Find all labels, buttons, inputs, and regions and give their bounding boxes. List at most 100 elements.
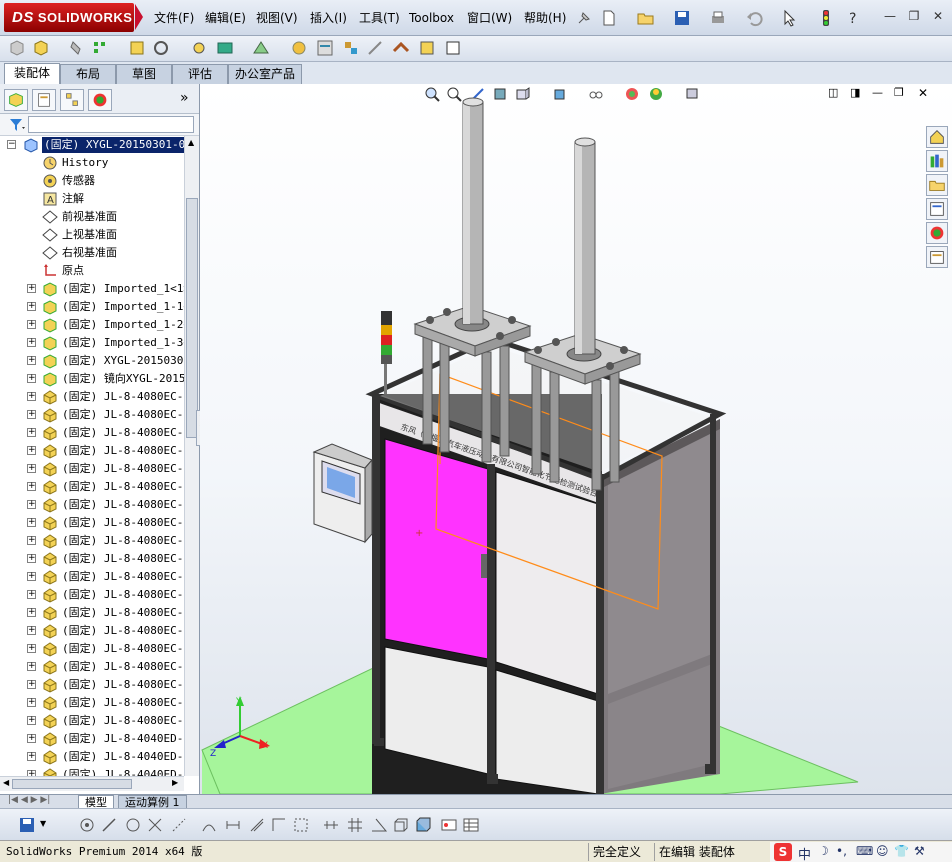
tree-item[interactable]: + (固定) JL-8-4080EC-1: [0, 496, 184, 514]
tree-item[interactable]: + (固定) JL-8-4040ED-1: [0, 730, 184, 748]
tree-item[interactable]: + (固定) JL-8-4080EC-8: [0, 622, 184, 640]
scroll-right-icon[interactable]: ▶: [172, 778, 178, 787]
expand-toggle-icon[interactable]: +: [27, 590, 36, 599]
selected-door-panel[interactable]: [384, 438, 489, 660]
tree-item[interactable]: + (固定) JL-8-4080EC-8: [0, 694, 184, 712]
sketch-fillet-icon[interactable]: [200, 816, 218, 834]
property-manager-tab-icon[interactable]: [32, 89, 56, 111]
display-pane-icon[interactable]: [440, 816, 458, 834]
sketch-point-icon[interactable]: [78, 816, 96, 834]
tree-item[interactable]: + (固定) JL-8-4080EC-2: [0, 388, 184, 406]
menu-insert[interactable]: 插入(I): [304, 0, 353, 36]
explode-line-sketch-icon[interactable]: [366, 39, 384, 57]
menu-window[interactable]: 窗口(W): [461, 0, 518, 36]
expand-toggle-icon[interactable]: +: [27, 302, 36, 311]
reference-geometry-icon[interactable]: [252, 39, 270, 57]
linear-pattern-icon[interactable]: [92, 39, 110, 57]
tree-item[interactable]: 原点: [0, 262, 184, 280]
tree-item[interactable]: History: [0, 154, 184, 172]
interference-detection-icon[interactable]: [392, 39, 410, 57]
tree-hscroll-thumb[interactable]: [12, 779, 132, 789]
show-hidden-icon[interactable]: [190, 39, 208, 57]
tree-item[interactable]: 右视基准面: [0, 244, 184, 262]
expand-toggle-icon[interactable]: +: [27, 536, 36, 545]
tree-scroll-thumb[interactable]: [186, 198, 198, 438]
tree-item[interactable]: + (固定) JL-8-4080EC-2: [0, 424, 184, 442]
select-arrow-icon[interactable]: [781, 9, 799, 27]
tree-item[interactable]: + (固定) JL-8-4080EC-6: [0, 550, 184, 568]
bill-of-materials-icon[interactable]: [316, 39, 334, 57]
expand-toggle-icon[interactable]: +: [27, 734, 36, 743]
sketch-line-icon[interactable]: [100, 816, 118, 834]
tree-item[interactable]: + (固定) JL-8-4080EC-1: [0, 478, 184, 496]
help-icon[interactable]: ?: [845, 9, 863, 27]
tree-item[interactable]: + (固定) JL-8-4080EC-6: [0, 586, 184, 604]
3d-box-icon[interactable]: [392, 816, 410, 834]
pin-icon[interactable]: [575, 9, 593, 27]
menu-help[interactable]: 帮助(H): [518, 0, 572, 36]
ime-punct-icon[interactable]: •,: [836, 844, 847, 858]
collapse-toggle-icon[interactable]: −: [7, 140, 16, 149]
tree-item[interactable]: + (固定) Imported_1-2<: [0, 316, 184, 334]
tree-item[interactable]: 传感器: [0, 172, 184, 190]
expand-toggle-icon[interactable]: +: [27, 572, 36, 581]
sketch-circle-icon[interactable]: [124, 816, 142, 834]
save-dropdown-chevron-icon[interactable]: ▼: [40, 819, 46, 828]
save-icon[interactable]: [673, 9, 691, 27]
centerline-icon[interactable]: [270, 816, 288, 834]
tab-assembly[interactable]: 装配体: [4, 63, 60, 84]
tree-item[interactable]: + (固定) JL-8-4080EC-6: [0, 532, 184, 550]
display-manager-tab-icon[interactable]: [88, 89, 112, 111]
new-motion-study-icon[interactable]: [290, 39, 308, 57]
clearance-verification-icon[interactable]: [418, 39, 436, 57]
ime-shirt-icon[interactable]: 👕: [894, 844, 909, 858]
expand-toggle-icon[interactable]: +: [27, 374, 36, 383]
expand-toggle-icon[interactable]: +: [27, 482, 36, 491]
minimize-window-button[interactable]: —: [882, 8, 898, 24]
menu-view[interactable]: 视图(V): [250, 0, 304, 36]
ime-moon-icon[interactable]: ☽: [818, 844, 829, 858]
tree-item[interactable]: 前视基准面: [0, 208, 184, 226]
expand-toggle-icon[interactable]: +: [27, 644, 36, 653]
tree-item[interactable]: + (固定) JL-8-4080EC-8: [0, 676, 184, 694]
tree-vertical-scrollbar[interactable]: ▲: [184, 136, 199, 776]
expand-toggle-icon[interactable]: +: [27, 464, 36, 473]
tree-item[interactable]: + (固定) Imported_1-3<: [0, 334, 184, 352]
expand-toggle-icon[interactable]: +: [27, 662, 36, 671]
table-view-icon[interactable]: [462, 816, 480, 834]
tree-item[interactable]: + (固定) JL-8-4080EC-1: [0, 514, 184, 532]
undo-icon[interactable]: [745, 9, 763, 27]
tree-root-assembly[interactable]: − (固定) XYGL-20150301-02: [0, 136, 184, 154]
grid-icon[interactable]: [346, 816, 364, 834]
rebuild-traffic-light-icon[interactable]: [817, 9, 835, 27]
tree-item[interactable]: 上视基准面: [0, 226, 184, 244]
expand-toggle-icon[interactable]: +: [27, 518, 36, 527]
tree-item[interactable]: + (固定) 镜向XYGL-2015: [0, 370, 184, 388]
menu-edit[interactable]: 编辑(E): [199, 0, 252, 36]
insert-component-icon[interactable]: [8, 39, 26, 57]
filter-input[interactable]: [28, 116, 194, 133]
restore-window-button[interactable]: ❐: [906, 8, 922, 24]
tab-scroll-arrows-icon[interactable]: |◀ ◀ ▶ ▶|: [8, 795, 50, 805]
tab-evaluate[interactable]: 评估: [172, 64, 228, 84]
menu-tools[interactable]: 工具(T): [353, 0, 406, 36]
solidworks-logo[interactable]: DS SOLIDWORKS: [4, 3, 134, 32]
expand-toggle-icon[interactable]: +: [27, 356, 36, 365]
scroll-left-icon[interactable]: ◀: [3, 778, 9, 787]
expand-toggle-icon[interactable]: +: [27, 428, 36, 437]
model-3d-view[interactable]: 东风（十堰）汽车液压动力有限公司智能化节能检测试验台 + Y X Z: [200, 84, 952, 794]
ime-keyboard-icon[interactable]: ⌨: [856, 844, 873, 858]
tree-item[interactable]: + (固定) JL-8-4080EC-8: [0, 640, 184, 658]
tab-model[interactable]: 模型: [78, 795, 114, 809]
open-folder-icon[interactable]: [637, 9, 655, 27]
expand-toggle-icon[interactable]: +: [27, 716, 36, 725]
tab-motion-study[interactable]: 运动算例 1: [118, 795, 187, 809]
ime-tools-icon[interactable]: ⚒: [914, 844, 925, 858]
panel-expand-chevron-icon[interactable]: »: [180, 90, 189, 106]
exploded-view-icon[interactable]: [342, 39, 360, 57]
assembly-features-icon[interactable]: [216, 39, 234, 57]
offset-entities-icon[interactable]: [248, 816, 266, 834]
expand-toggle-icon[interactable]: +: [27, 554, 36, 563]
expand-toggle-icon[interactable]: +: [27, 698, 36, 707]
hmi-control-box[interactable]: [312, 443, 373, 544]
